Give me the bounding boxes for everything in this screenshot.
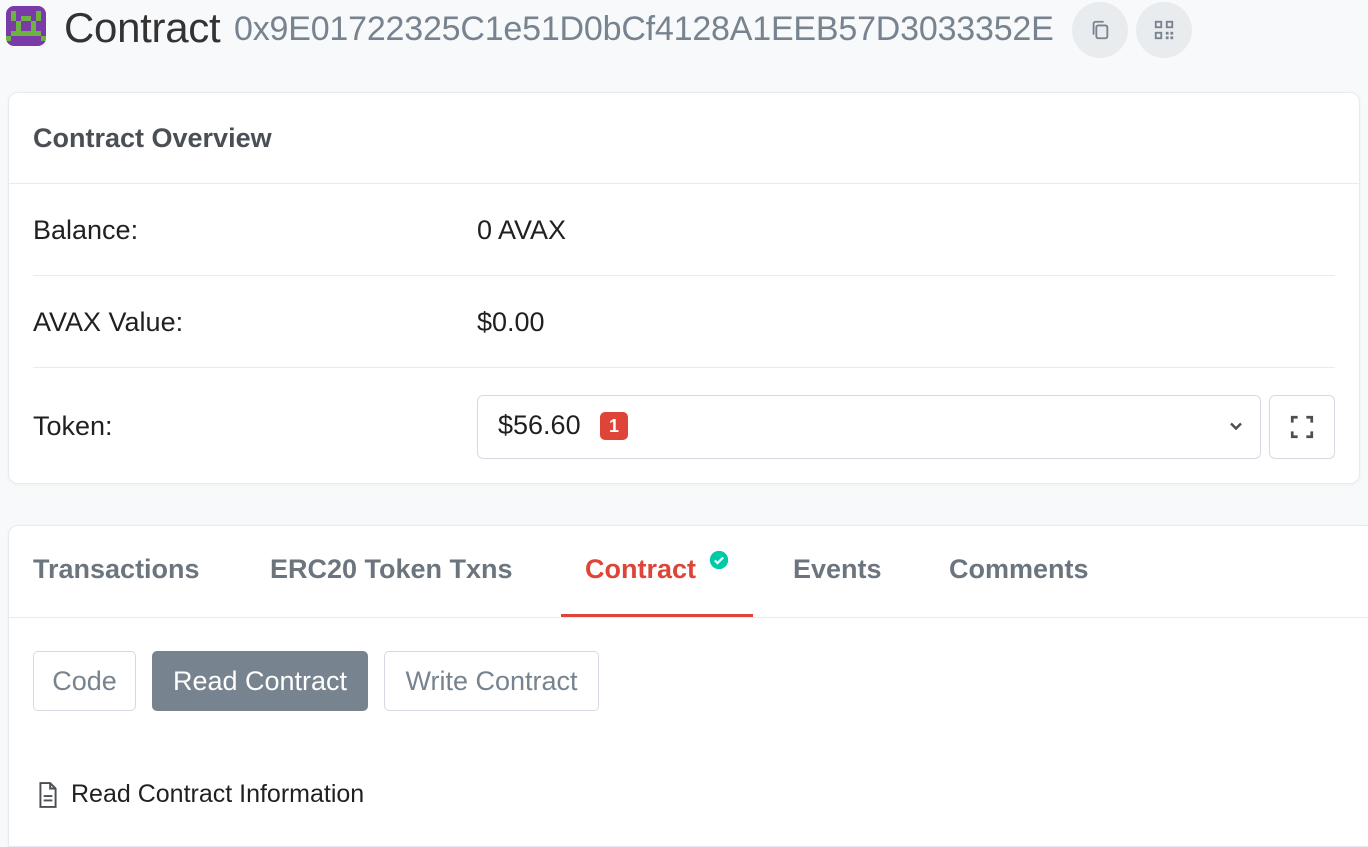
qr-code-button[interactable]	[1136, 2, 1192, 58]
code-button[interactable]: Code	[33, 651, 136, 711]
tab-events[interactable]: Events	[793, 554, 882, 585]
read-contract-info: Read Contract Information	[37, 780, 364, 809]
tab-comments[interactable]: Comments	[949, 554, 1089, 585]
divider	[33, 275, 1335, 276]
tab-transactions[interactable]: Transactions	[33, 554, 200, 585]
avax-value: $0.00	[477, 307, 545, 337]
document-icon	[39, 781, 57, 808]
divider	[9, 183, 1359, 184]
overview-title: Contract Overview	[33, 123, 272, 153]
page-title: Contract	[64, 4, 221, 51]
balance-value: 0 AVAX	[477, 215, 567, 245]
avax-value-label: AVAX Value:	[33, 307, 184, 337]
divider	[33, 367, 1335, 368]
copy-address-button[interactable]	[1072, 2, 1128, 58]
balance-label: Balance:	[33, 215, 139, 245]
contract-overview-card: Contract Overview Balance: 0 AVAX AVAX V…	[8, 92, 1360, 484]
contract-avatar	[6, 6, 46, 46]
tab-erc20-token-txns[interactable]: ERC20 Token Txns	[270, 554, 513, 585]
copy-icon	[1092, 20, 1109, 40]
write-contract-button[interactable]: Write Contract	[384, 651, 599, 711]
tab-contract[interactable]: Contract	[585, 554, 696, 585]
read-contract-info-text: Read Contract Information	[71, 780, 365, 808]
verified-check-icon	[709, 550, 729, 570]
chevron-down-icon	[1230, 422, 1242, 431]
token-count-badge: 1	[600, 412, 628, 440]
read-contract-button[interactable]: Read Contract	[152, 651, 368, 711]
contract-address[interactable]: 0x9E01722325C1e51D0bCf4128A1EEB57D303335…	[234, 10, 1054, 49]
contract-tabs-card: Transactions ERC20 Token Txns Contract E…	[8, 525, 1368, 847]
expand-icon	[1290, 415, 1314, 439]
token-value: $56.60	[498, 410, 581, 440]
divider	[9, 617, 1368, 618]
expand-token-button[interactable]	[1269, 395, 1335, 459]
page-header: Contract 0x9E01722325C1e51D0bCf4128A1EEB…	[0, 0, 1368, 60]
qr-code-icon	[1154, 20, 1174, 40]
token-dropdown[interactable]: $56.60 1	[477, 395, 1261, 459]
token-label: Token:	[33, 411, 113, 441]
